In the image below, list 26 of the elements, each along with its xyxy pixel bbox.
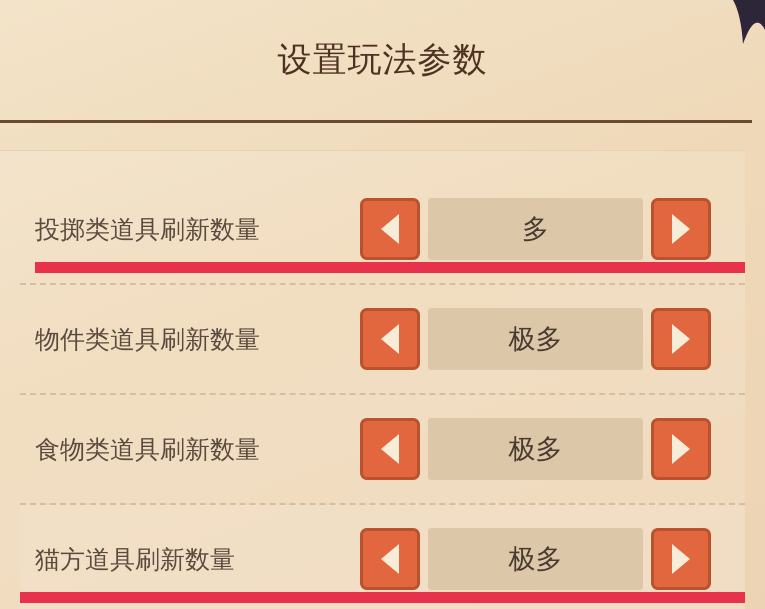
- previous-button[interactable]: [360, 198, 420, 260]
- previous-button[interactable]: [360, 528, 420, 590]
- setting-value: 极多: [428, 418, 643, 480]
- setting-value: 多: [428, 198, 643, 260]
- next-button[interactable]: [651, 198, 711, 260]
- setting-label: 猫方道具刷新数量: [35, 544, 236, 576]
- left-triangle-icon: [379, 214, 401, 244]
- next-button[interactable]: [651, 308, 711, 370]
- setting-value: 极多: [428, 308, 643, 370]
- corner-ornament-icon: [733, 0, 765, 44]
- panel-title: 设置玩法参数: [278, 39, 488, 82]
- setting-label: 食物类道具刷新数量: [35, 434, 261, 466]
- left-triangle-icon: [379, 324, 401, 354]
- setting-label: 投掷类道具刷新数量: [35, 214, 261, 246]
- previous-button[interactable]: [360, 418, 420, 480]
- next-button[interactable]: [651, 528, 711, 590]
- setting-label: 物件类道具刷新数量: [35, 324, 261, 356]
- next-button[interactable]: [651, 418, 711, 480]
- right-triangle-icon: [670, 214, 692, 244]
- right-triangle-icon: [670, 434, 692, 464]
- right-triangle-icon: [670, 324, 692, 354]
- left-triangle-icon: [379, 544, 401, 574]
- right-triangle-icon: [670, 544, 692, 574]
- setting-value: 极多: [428, 528, 643, 590]
- left-triangle-icon: [379, 434, 401, 464]
- previous-button[interactable]: [360, 308, 420, 370]
